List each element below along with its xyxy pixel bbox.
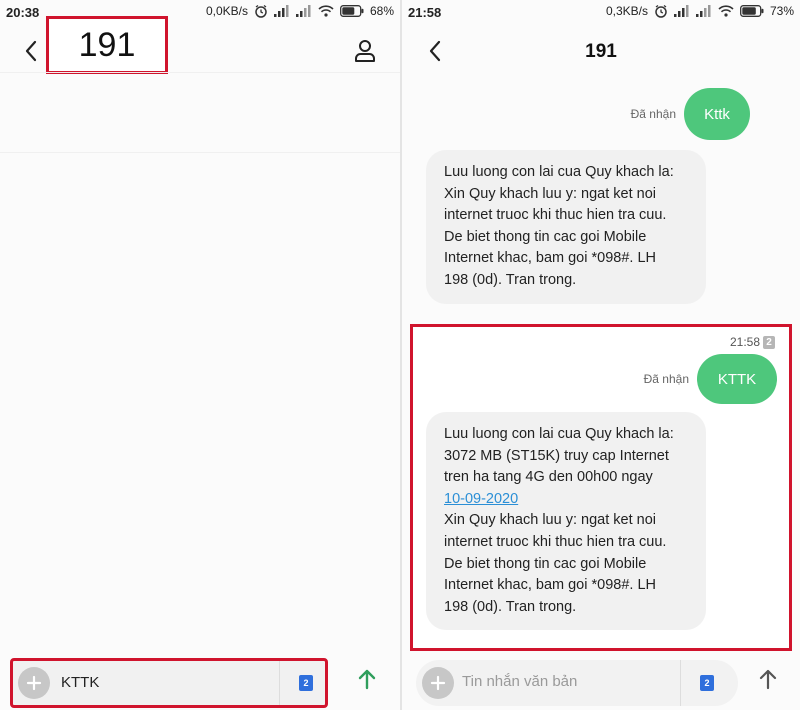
network-speed: 0,0KB/s <box>205 4 248 18</box>
message-line: Xin Quy khach luu y: ngat ket noi <box>444 512 656 529</box>
battery-percent: 73% <box>769 4 794 18</box>
divider-line <box>0 72 400 73</box>
message-line: Luu luong con lai cua Quy khach la: <box>444 426 674 442</box>
message-line: De biet thong tin cac goi Mobile <box>444 228 647 245</box>
compose-input-highlight: KTTK 2 <box>10 658 328 708</box>
message-line: De biet thong tin cac goi Mobile <box>444 555 647 572</box>
signal-icon <box>273 5 290 17</box>
sim-select-button[interactable]: 2 <box>700 675 714 691</box>
compose-bar: KTTK 2 <box>0 656 400 710</box>
compose-bar: Tin nhắn văn bản 2 <box>402 656 800 710</box>
sim-icon: 2 <box>704 678 710 688</box>
sent-message-row: Đã nhận KTTK <box>644 354 777 404</box>
send-arrow-icon <box>358 669 376 690</box>
plus-icon <box>430 675 446 691</box>
send-button[interactable] <box>352 664 382 694</box>
sent-message-row: Đã nhận Kttk <box>631 88 750 140</box>
wifi-icon <box>718 5 734 17</box>
received-message-bubble[interactable]: Luu luong con lai cua Quy khach la: Xin … <box>426 150 706 304</box>
battery-icon <box>740 5 764 17</box>
conversation-title: 191 <box>78 25 136 64</box>
timestamp-text: 21:58 <box>729 335 760 349</box>
message-line: Xin Quy khach luu y: ngat ket noi <box>444 185 656 202</box>
contact-button[interactable] <box>350 36 380 66</box>
status-time: 20:38 <box>6 5 40 20</box>
separator <box>680 660 681 706</box>
sent-message-text: KTTK <box>717 370 757 388</box>
send-button[interactable] <box>753 664 783 694</box>
signal-icon-2 <box>695 5 712 17</box>
compose-input[interactable]: Tin nhắn văn bản <box>462 673 577 690</box>
signal-icon-2 <box>295 5 312 17</box>
message-line: Internet khac, bam goi *098#. LH <box>444 577 656 594</box>
wifi-icon <box>318 5 334 17</box>
message-line: Luu luong con lai cua Quy khach la: <box>444 164 674 180</box>
status-indicators: 0,0KB/s 68% <box>206 4 394 18</box>
status-indicators: 0,3KB/s 73% <box>606 4 794 18</box>
received-message-bubble[interactable]: Luu luong con lai cua Quy khach la: 3072… <box>426 412 706 631</box>
sim-indicator-icon: 2 <box>763 335 775 349</box>
divider-line <box>0 152 400 153</box>
message-line: internet truoc khi thuc hien tra cuu. <box>444 533 667 550</box>
sent-message-text: Kttk <box>704 105 730 123</box>
message-line: 198 (0d). Tran trong. <box>444 271 577 288</box>
status-time: 21:58 <box>408 5 442 20</box>
right-screen: 21:58 0,3KB/s 73% 191 Đã nhận Kttk Luu l… <box>402 0 800 710</box>
signal-icon <box>673 5 690 17</box>
sim-icon: 2 <box>303 678 309 688</box>
conversation-title: 191 <box>585 41 617 62</box>
separator <box>279 661 280 705</box>
attach-button[interactable] <box>18 667 50 699</box>
sent-message-bubble[interactable]: Kttk <box>684 88 750 140</box>
sim-select-button[interactable]: 2 <box>299 675 313 691</box>
status-bar: 21:58 0,3KB/s 73% <box>402 0 800 26</box>
network-speed: 0,3KB/s <box>605 4 648 18</box>
message-line: tren ha tang 4G den 00h00 ngay <box>444 469 653 486</box>
compose-input[interactable]: KTTK <box>61 674 99 691</box>
message-timestamp: 21:58 2 <box>730 335 775 349</box>
alarm-icon <box>254 4 268 18</box>
alarm-icon <box>654 4 668 18</box>
delivery-status: Đã nhận <box>630 107 676 121</box>
left-screen: 20:38 0,0KB/s 68% 191 KTTK 2 <box>0 0 400 710</box>
contact-icon <box>355 40 375 62</box>
conversation-title-highlight: 191 <box>46 16 168 74</box>
sent-message-bubble[interactable]: KTTK <box>697 354 777 404</box>
plus-icon <box>26 675 42 691</box>
message-line: 198 (0d). Tran trong. <box>444 598 577 615</box>
message-line: internet truoc khi thuc hien tra cuu. <box>444 207 667 224</box>
battery-percent: 68% <box>369 4 394 18</box>
compose-field: Tin nhắn văn bản 2 <box>416 660 738 706</box>
back-button[interactable] <box>16 36 46 66</box>
date-link[interactable]: 10-09-2020 <box>444 491 518 507</box>
highlighted-exchange: 21:58 2 Đã nhận KTTK Luu luong con lai c… <box>410 324 792 651</box>
delivery-status: Đã nhận <box>643 372 689 386</box>
message-line: Internet khac, bam goi *098#. LH <box>444 250 656 267</box>
app-bar: 191 <box>402 26 800 76</box>
back-arrow-icon <box>25 40 37 62</box>
message-line: 3072 MB (ST15K) truy cap Internet <box>444 447 669 464</box>
send-arrow-icon <box>759 669 777 690</box>
battery-icon <box>340 5 364 17</box>
attach-button[interactable] <box>422 667 454 699</box>
